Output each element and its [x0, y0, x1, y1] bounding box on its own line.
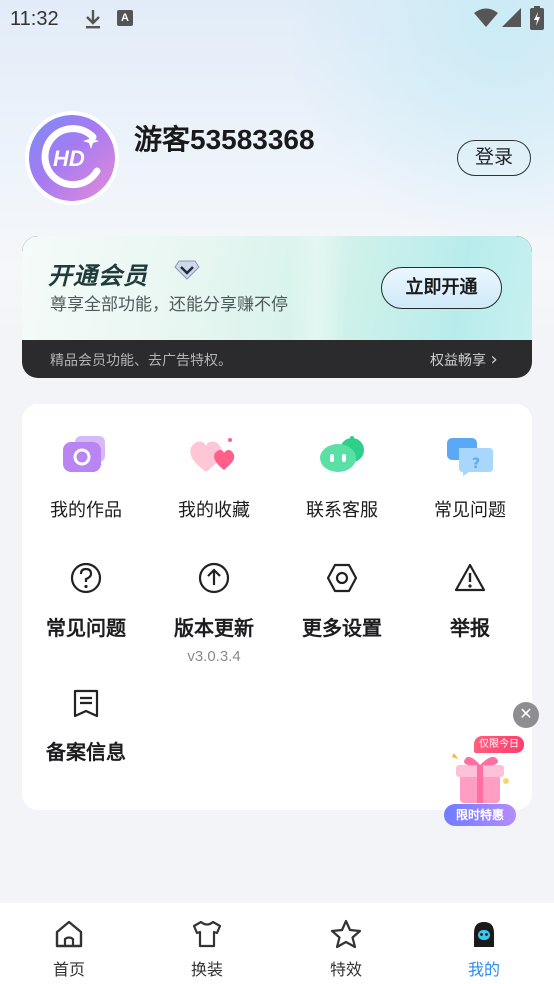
diamond-icon	[174, 260, 200, 280]
nav-home[interactable]: 首页	[24, 903, 114, 984]
home-icon	[55, 920, 83, 948]
vip-open-button[interactable]: 立即开通	[381, 267, 502, 309]
menu-label: 常见问题	[434, 500, 506, 521]
menu-label: 更多设置	[302, 616, 382, 640]
chevron-right-icon: ›	[490, 349, 498, 370]
status-time: 11:32	[10, 8, 59, 30]
menu-label: 联系客服	[306, 500, 378, 521]
menu-label: 举报	[450, 616, 490, 640]
vip-benefits-link-label: 权益畅享	[430, 353, 486, 369]
promo-badge[interactable]: 仅限今日 限时特惠	[436, 733, 528, 829]
menu-contact-service[interactable]: 联系客服	[278, 434, 406, 524]
nav-label: 特效	[329, 960, 362, 979]
camera-icon	[63, 436, 105, 472]
menu-version-update[interactable]: 版本更新 v3.0.3.4	[150, 562, 278, 672]
svg-text:HD: HD	[53, 146, 85, 171]
vip-benefits-link[interactable]: 权益畅享 ›	[430, 349, 498, 370]
warning-icon	[454, 563, 486, 592]
version-number: v3.0.3.4	[187, 648, 241, 665]
svg-text:?: ?	[472, 456, 480, 472]
shirt-icon	[192, 920, 222, 948]
menu-my-favorites[interactable]: 我的收藏	[150, 434, 278, 524]
vip-benefits-text: 精品会员功能、去广告特权。	[50, 353, 232, 369]
question-icon	[70, 562, 102, 594]
wifi-icon	[474, 8, 498, 27]
document-icon	[73, 689, 99, 718]
vip-title: 开通会员	[48, 262, 148, 290]
hearts-icon	[190, 438, 235, 472]
battery-icon	[530, 6, 544, 30]
promo-label: 限时特惠	[444, 804, 516, 826]
chat-question-icon: ?	[447, 438, 493, 476]
notification-a-icon: A	[117, 10, 133, 26]
star-icon	[330, 919, 362, 949]
menu-label: 我的收藏	[178, 500, 250, 521]
profile-icon	[474, 922, 494, 947]
nav-label: 首页	[52, 960, 85, 979]
menu-more-settings[interactable]: 更多设置	[278, 562, 406, 672]
robot-icon	[320, 436, 364, 472]
login-button[interactable]: 登录	[457, 140, 531, 176]
avatar[interactable]: HD	[25, 111, 119, 205]
menu-label: 我的作品	[50, 500, 122, 521]
menu-report[interactable]: 举报	[406, 562, 534, 672]
menu-record-info[interactable]: 备案信息	[22, 688, 150, 768]
status-bar: 11:32 A	[0, 0, 554, 38]
nav-label: 我的	[467, 960, 500, 979]
promo-close-button[interactable]: ✕	[513, 702, 539, 728]
bottom-nav: 首页 换装 特效 我的	[0, 903, 554, 984]
avatar-logo: HD	[29, 115, 115, 201]
nav-mine[interactable]: 我的	[439, 903, 529, 984]
username: 游客53583368	[134, 124, 315, 155]
menu-label: 备案信息	[46, 740, 126, 764]
nav-dressup[interactable]: 换装	[162, 903, 252, 984]
gift-icon	[452, 753, 509, 803]
menu-label: 常见问题	[46, 616, 126, 640]
vip-card[interactable]: 开通会员 尊享全部功能，还能分享赚不停 立即开通 精品会员功能、去广告特权。 权…	[22, 236, 532, 378]
nav-label: 换装	[190, 960, 223, 979]
nav-effects[interactable]: 特效	[301, 903, 391, 984]
menu-label: 版本更新	[174, 616, 254, 640]
signal-icon	[502, 8, 521, 27]
upload-icon	[198, 562, 230, 594]
menu-faq[interactable]: ? 常见问题	[406, 434, 534, 524]
download-icon	[86, 10, 100, 29]
vip-subtitle: 尊享全部功能，还能分享赚不停	[50, 295, 288, 315]
settings-icon	[326, 563, 358, 593]
menu-faq-2[interactable]: 常见问题	[22, 562, 150, 672]
menu-my-works[interactable]: 我的作品	[22, 434, 150, 524]
